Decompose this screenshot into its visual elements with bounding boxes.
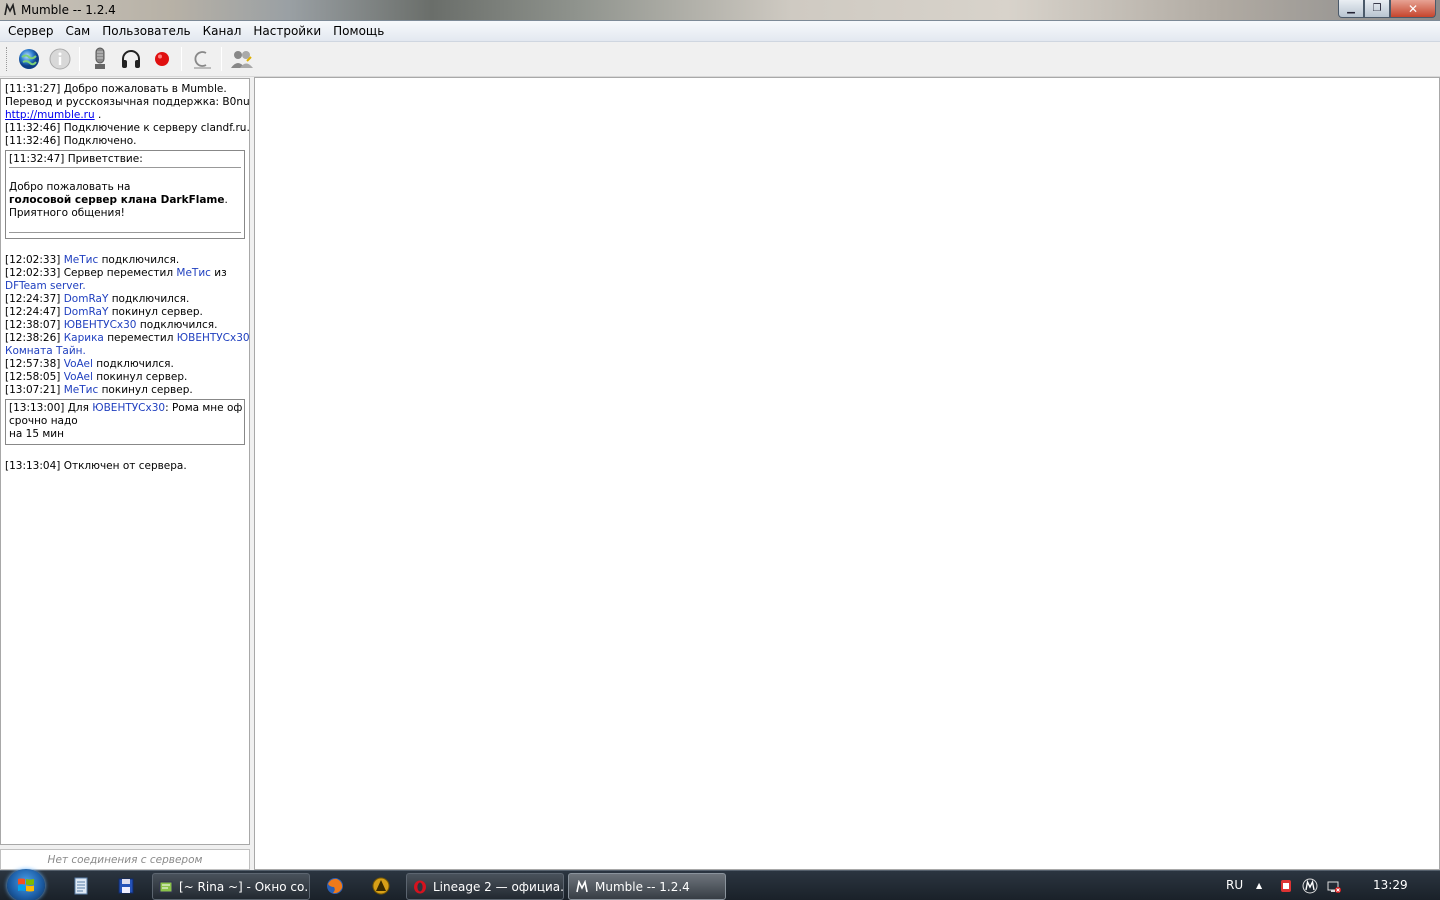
- connect-globe-icon: [18, 49, 39, 69]
- user-link[interactable]: DomRaY: [64, 293, 109, 305]
- start-button[interactable]: [7, 869, 45, 900]
- channel-link[interactable]: DFTeam server: [5, 280, 82, 292]
- menu-user[interactable]: Пользователь: [96, 21, 196, 42]
- notepad-icon[interactable]: [71, 876, 91, 896]
- log-entry: [12:24:47] DomRaY покинул сервер.: [5, 306, 203, 318]
- log-entry: [12:57:38] VoAel подключился.: [5, 358, 174, 370]
- mumble-icon: [576, 879, 588, 892]
- user-link[interactable]: DomRaY: [64, 306, 109, 318]
- game-launcher-icon[interactable]: [371, 876, 391, 896]
- clock[interactable]: 13:29: [1373, 878, 1408, 892]
- toolbar-grip[interactable]: [6, 47, 9, 71]
- log-panel[interactable]: [11:31:27] Добро пожаловать в Mumble. Пе…: [0, 78, 250, 845]
- menu-server[interactable]: Сервер: [2, 21, 59, 42]
- private-message: [13:13:00] Для ЮВЕНТУСх30: Рома мне оф с…: [5, 399, 245, 445]
- user-link[interactable]: VoAel: [64, 358, 93, 370]
- user-settings-button[interactable]: [228, 45, 256, 73]
- mumble-app-icon[interactable]: [3, 3, 17, 17]
- menu-channel[interactable]: Канал: [197, 21, 248, 42]
- firefox-icon[interactable]: [325, 876, 345, 896]
- log-entry: [12:38:07] ЮВЕНТУСх30 подключился.: [5, 319, 218, 331]
- info-icon: [49, 48, 70, 70]
- menu-help[interactable]: Помощь: [327, 21, 390, 42]
- channel-link[interactable]: Комната Тайн: [5, 345, 83, 357]
- user-link[interactable]: ЮВЕНТУСх30: [92, 402, 165, 414]
- record-button[interactable]: [148, 45, 176, 73]
- deafen-self-button[interactable]: [117, 45, 145, 73]
- maximize-button[interactable]: ❐: [1364, 0, 1390, 18]
- chat-window-icon: [159, 881, 173, 892]
- user-link[interactable]: VoAel: [64, 371, 93, 383]
- mumble-tray-icon[interactable]: [1302, 878, 1318, 894]
- log-entry: http://mumble.ru .: [5, 109, 102, 121]
- record-icon: [154, 52, 169, 66]
- menu-settings[interactable]: Настройки: [247, 21, 327, 42]
- user-link[interactable]: МеТис: [176, 267, 211, 279]
- taskbar-item-mumble[interactable]: Mumble -- 1.2.4: [568, 873, 726, 900]
- user-link[interactable]: МеТис: [64, 384, 99, 396]
- network-icon[interactable]: [1326, 878, 1342, 894]
- save-disk-icon[interactable]: [116, 876, 136, 896]
- show-hidden-icons-button[interactable]: ▲: [1256, 881, 1262, 890]
- tray-app-icon[interactable]: [1278, 878, 1294, 894]
- log-entry: Перевод и русскоязычная поддержка: B0nus…: [5, 96, 250, 108]
- minimize-button[interactable]: ▁: [1338, 0, 1364, 18]
- windows-logo-icon: [18, 878, 34, 892]
- taskbar-item-lineage[interactable]: Lineage 2 — официа...: [406, 873, 564, 900]
- log-entry: [11:31:27] Добро пожаловать в Mumble.: [5, 83, 227, 95]
- chat-input[interactable]: Нет соединения с сервером: [0, 849, 250, 870]
- user-settings-icon: [230, 51, 253, 68]
- toolbar-separator: [181, 47, 182, 71]
- info-button[interactable]: [46, 45, 74, 73]
- window-controls: ▁ ❐ ✕: [1338, 0, 1436, 18]
- taskbar: [~ Rina ~] - Окно со... Lineage 2 — офиц…: [0, 869, 1440, 900]
- log-entry: [12:02:33] МеТис подключился.: [5, 254, 180, 266]
- menu-self[interactable]: Сам: [59, 21, 96, 42]
- title-bar[interactable]: Mumble -- 1.2.4 ▁ ❐ ✕: [0, 0, 1440, 21]
- mute-self-button[interactable]: [86, 45, 114, 73]
- log-entry: Комната Тайн.: [5, 345, 86, 357]
- log-entry: [13:07:21] МеТис покинул сервер.: [5, 384, 193, 396]
- mumble-link[interactable]: http://mumble.ru: [5, 109, 95, 121]
- log-entry: [13:13:04] Отключен от сервера.: [5, 460, 187, 472]
- welcome-message: [11:32:47] Приветствие: Добро пожаловать…: [5, 150, 245, 239]
- user-link[interactable]: ЮВЕНТУСх30: [177, 332, 249, 344]
- log-entry: [12:24:37] DomRaY подключился.: [5, 293, 190, 305]
- comment-button[interactable]: [188, 45, 216, 73]
- taskbar-item-rina[interactable]: [~ Rina ~] - Окно со...: [152, 873, 310, 900]
- headphones-deafen-icon: [121, 50, 140, 68]
- opera-icon: [414, 880, 426, 893]
- user-link[interactable]: МеТис: [64, 254, 99, 266]
- user-link[interactable]: ЮВЕНТУСх30: [64, 319, 137, 331]
- channel-tree[interactable]: [254, 77, 1440, 870]
- toolbar-separator: [221, 47, 222, 71]
- language-indicator[interactable]: RU: [1226, 878, 1243, 892]
- log-entry: [12:02:33] Сервер переместил МеТис из: [5, 267, 227, 279]
- log-entry: [12:58:05] VoAel покинул сервер.: [5, 371, 188, 383]
- log-entry: [11:32:46] Подключение к серверу clandf.…: [5, 122, 250, 134]
- toolbar-separator: [79, 47, 80, 71]
- user-link[interactable]: Карика: [64, 332, 104, 344]
- menu-bar: Сервер Сам Пользователь Канал Настройки …: [0, 21, 1440, 42]
- log-entry: DFTeam server.: [5, 280, 86, 292]
- microphone-mute-icon: [94, 47, 105, 69]
- comment-icon: [193, 51, 211, 69]
- log-entry: [12:38:26] Карика переместил ЮВЕНТУСх30 …: [5, 332, 250, 344]
- close-button[interactable]: ✕: [1390, 0, 1436, 18]
- toolbar: [0, 42, 1440, 77]
- window-title: Mumble -- 1.2.4: [21, 3, 116, 17]
- log-entry: [11:32:46] Подключено.: [5, 135, 137, 147]
- connect-button[interactable]: [15, 45, 43, 73]
